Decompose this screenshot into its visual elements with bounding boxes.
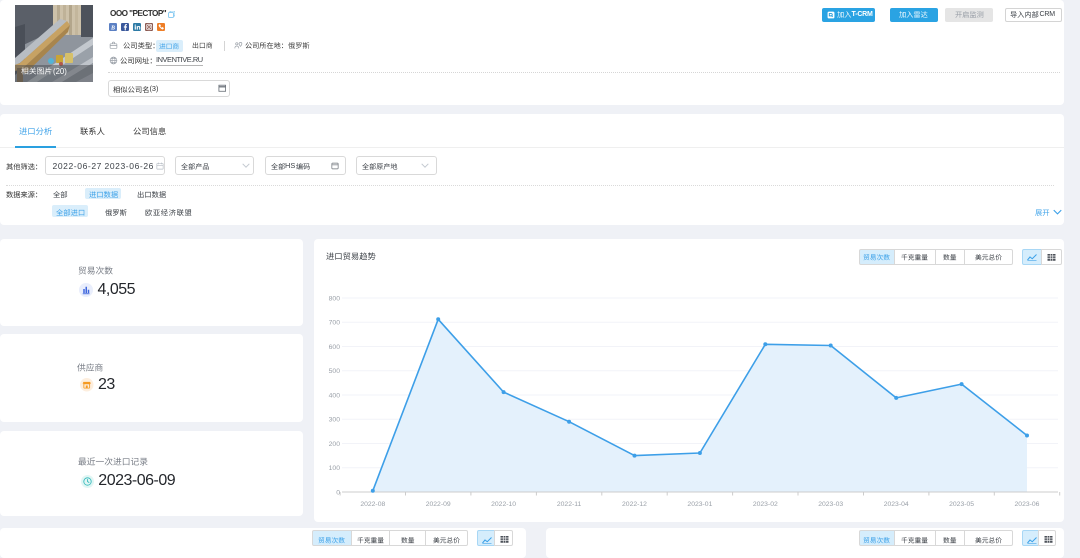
svg-text:2023-04: 2023-04	[884, 501, 909, 508]
svg-text:B: B	[109, 25, 114, 31]
svg-text:2022-10: 2022-10	[491, 501, 516, 508]
svg-text:600: 600	[329, 344, 341, 351]
svg-text:2023-03: 2023-03	[818, 501, 843, 508]
svg-text:700: 700	[329, 320, 341, 327]
svg-text:2023-01: 2023-01	[687, 501, 712, 508]
svg-text:800: 800	[329, 295, 341, 302]
svg-text:0: 0	[336, 489, 340, 496]
svg-text:2023-02: 2023-02	[753, 501, 778, 508]
svg-text:2023-06: 2023-06	[1015, 501, 1040, 508]
svg-text:500: 500	[329, 368, 341, 375]
svg-text:300: 300	[329, 417, 341, 424]
svg-text:2022-11: 2022-11	[557, 501, 582, 508]
svg-text:200: 200	[329, 441, 341, 448]
svg-text:2023-05: 2023-05	[949, 501, 974, 508]
svg-text:2022-09: 2022-09	[426, 501, 451, 508]
svg-text:2022-12: 2022-12	[622, 501, 647, 508]
svg-text:100: 100	[329, 465, 341, 472]
svg-text:400: 400	[329, 392, 341, 399]
svg-text:2022-08: 2022-08	[360, 501, 385, 508]
